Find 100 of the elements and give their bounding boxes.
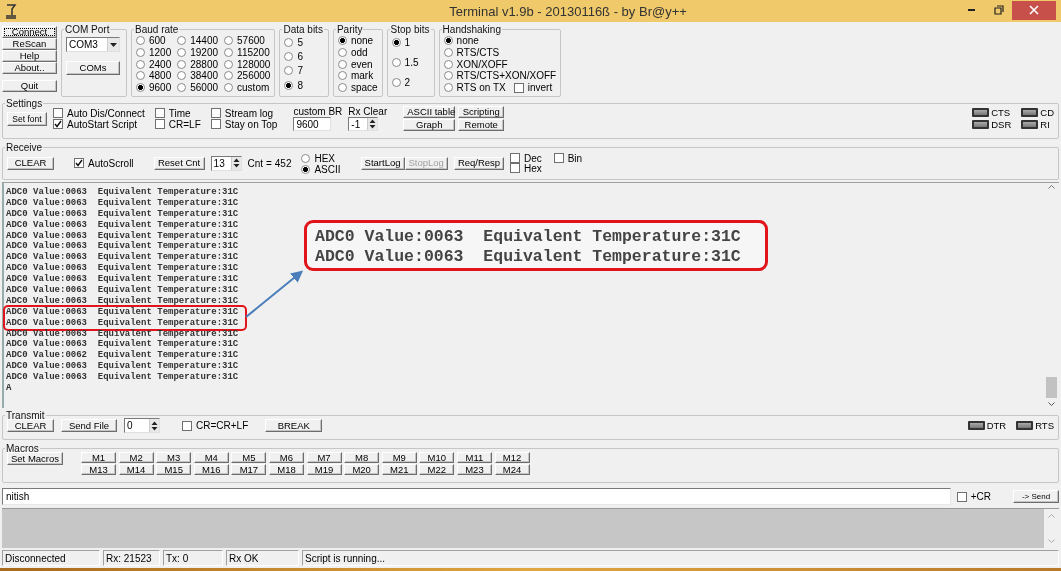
break-button[interactable]: BREAK [265, 419, 323, 432]
checkbox[interactable] [154, 108, 165, 118]
radio-button[interactable] [391, 37, 401, 47]
macro-button[interactable]: M24 [494, 464, 530, 475]
radio-button[interactable] [337, 48, 347, 58]
radio-button[interactable] [136, 83, 145, 93]
macro-button[interactable]: M6 [268, 452, 304, 463]
com-port-dropdown[interactable]: COM3 [66, 37, 120, 52]
spin-arrows-icon[interactable] [367, 118, 378, 130]
tool-button[interactable]: Graph [403, 119, 456, 131]
scrollbar[interactable] [1044, 509, 1059, 548]
radio-button[interactable] [337, 83, 347, 93]
checkbox[interactable] [74, 158, 84, 168]
radio-button[interactable] [443, 59, 453, 69]
macro-button[interactable]: M3 [156, 452, 192, 463]
clear-button[interactable]: CLEAR [7, 156, 54, 170]
radio-button[interactable] [337, 59, 347, 69]
macro-button[interactable]: M14 [118, 464, 154, 475]
spin-arrows-icon[interactable] [149, 419, 159, 432]
custom-baud-field[interactable]: 9600 [293, 117, 332, 131]
menu-button[interactable]: Connect [2, 26, 57, 38]
macro-button[interactable]: M16 [193, 464, 229, 475]
rx-clear-spinbox[interactable]: -1 [348, 117, 379, 131]
radio-button[interactable] [337, 36, 347, 46]
macro-button[interactable]: M9 [381, 452, 417, 463]
radio-button[interactable] [224, 48, 234, 58]
clear-button[interactable]: CLEAR [7, 419, 54, 432]
menu-button[interactable]: Quit [2, 80, 57, 92]
menu-button[interactable]: ReScan [2, 38, 57, 50]
radio-button[interactable] [177, 48, 187, 58]
radio-button[interactable] [136, 48, 145, 58]
radio-button[interactable] [136, 71, 145, 81]
checkbox[interactable] [182, 420, 192, 431]
send-input[interactable]: nitish [2, 488, 951, 505]
radio-button[interactable] [391, 77, 401, 87]
set-macros-button[interactable]: Set Macros [7, 452, 63, 465]
radio-button[interactable] [224, 83, 234, 93]
macro-button[interactable]: M11 [456, 452, 492, 463]
radio-button[interactable] [224, 71, 234, 81]
tool-button[interactable]: Scripting [458, 106, 505, 118]
radio-button[interactable] [284, 37, 294, 47]
tool-button[interactable]: ASCII table [403, 106, 456, 118]
spin-arrows-icon[interactable] [230, 156, 241, 170]
checkbox[interactable] [210, 119, 221, 129]
req-resp-button[interactable]: Req/Resp [453, 156, 504, 170]
radio-button[interactable] [177, 83, 187, 93]
macro-button[interactable]: M20 [344, 464, 380, 475]
checkbox[interactable] [154, 119, 165, 129]
checkbox[interactable] [553, 153, 564, 163]
checkbox[interactable] [53, 108, 63, 118]
macro-button[interactable]: M13 [81, 464, 116, 475]
checkbox[interactable] [956, 491, 967, 502]
radio-button[interactable] [284, 66, 294, 76]
checkbox[interactable] [509, 163, 520, 173]
radio-button[interactable] [337, 71, 347, 81]
radio-button[interactable] [443, 36, 453, 46]
radio-button[interactable] [136, 36, 145, 46]
macro-button[interactable]: M1 [81, 452, 116, 463]
radio-button[interactable] [177, 71, 187, 81]
radio-button[interactable] [301, 154, 311, 163]
macro-button[interactable]: M2 [118, 452, 154, 463]
close-button[interactable] [1012, 0, 1056, 20]
radio-button[interactable] [177, 36, 187, 46]
coms-button[interactable]: COMs [66, 61, 120, 75]
scroll-down-icon[interactable] [1048, 402, 1055, 406]
macro-button[interactable]: M12 [494, 452, 530, 463]
send-button[interactable]: -> Send [1013, 490, 1059, 503]
radio-button[interactable] [443, 71, 453, 81]
reset-count-button[interactable]: Reset Cnt [153, 156, 205, 170]
radio-button[interactable] [443, 48, 453, 58]
radio-button[interactable] [284, 80, 294, 90]
checkbox[interactable] [513, 82, 524, 93]
count-spinbox[interactable]: 13 [210, 155, 242, 171]
radio-button[interactable] [136, 59, 145, 69]
macro-button[interactable]: M10 [419, 452, 455, 463]
scroll-up-icon[interactable] [1048, 185, 1055, 189]
checkbox[interactable] [509, 153, 520, 163]
radio-button[interactable] [301, 165, 311, 174]
radio-button[interactable] [177, 59, 187, 69]
menu-button[interactable]: About.. [2, 62, 57, 74]
macro-button[interactable]: M21 [381, 464, 417, 475]
log-button[interactable]: StartLog [360, 156, 405, 170]
macro-button[interactable]: M8 [344, 452, 380, 463]
macro-button[interactable]: M5 [231, 452, 267, 463]
menu-button[interactable]: Help [2, 50, 57, 62]
checkbox[interactable] [210, 108, 221, 118]
set-font-button[interactable]: Set font [7, 111, 47, 126]
macro-button[interactable]: M4 [193, 452, 229, 463]
radio-button[interactable] [391, 57, 401, 67]
macro-button[interactable]: M7 [306, 452, 342, 463]
transmit-spinbox[interactable]: 0 [124, 418, 160, 433]
macro-button[interactable]: M23 [456, 464, 492, 475]
tool-button[interactable]: Remote [458, 119, 505, 131]
radio-button[interactable] [443, 83, 453, 93]
scroll-thumb[interactable] [1046, 377, 1057, 398]
checkbox[interactable] [53, 119, 63, 129]
macro-button[interactable]: M22 [419, 464, 455, 475]
radio-button[interactable] [284, 51, 294, 61]
macro-button[interactable]: M18 [268, 464, 304, 475]
macro-button[interactable]: M15 [156, 464, 192, 475]
